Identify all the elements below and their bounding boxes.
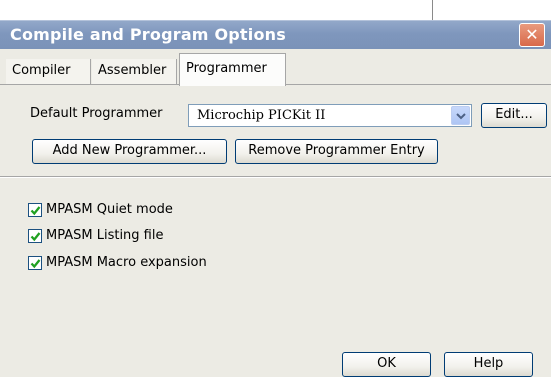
checkbox[interactable]	[28, 203, 42, 217]
tab-strip: Compiler Assembler Programmer	[0, 49, 551, 86]
edit-button[interactable]: Edit...	[481, 103, 547, 128]
ok-button[interactable]: OK	[342, 352, 431, 377]
option-label: MPASM Macro expansion	[46, 255, 207, 270]
divider-highlight	[0, 177, 551, 178]
background-window-strip	[0, 0, 551, 22]
dialog-body: Compiler Assembler Programmer Default Pr…	[0, 49, 551, 377]
checkbox[interactable]	[28, 256, 42, 270]
option-label: MPASM Listing file	[46, 228, 164, 243]
checkmark-icon	[30, 206, 41, 216]
title-bar[interactable]: Compile and Program Options ✕	[0, 20, 551, 49]
chevron-down-icon	[456, 113, 466, 120]
tab-assembler[interactable]: Assembler	[92, 59, 177, 84]
default-programmer-label: Default Programmer	[30, 106, 163, 121]
tab-compiler[interactable]: Compiler	[6, 59, 91, 84]
close-icon: ✕	[525, 25, 539, 44]
tab-programmer[interactable]: Programmer	[179, 53, 286, 86]
add-programmer-button[interactable]: Add New Programmer...	[32, 139, 227, 164]
checkbox[interactable]	[28, 229, 42, 243]
close-button[interactable]: ✕	[519, 23, 545, 47]
help-button[interactable]: Help	[444, 352, 533, 377]
programmer-select[interactable]: Microchip PICKit II	[188, 104, 472, 127]
checkmark-icon	[30, 259, 41, 269]
dropdown-arrow-button[interactable]	[451, 106, 470, 125]
checkmark-icon	[30, 232, 41, 242]
window-title: Compile and Program Options	[10, 25, 286, 44]
option-label: MPASM Quiet mode	[46, 202, 173, 217]
background-divider	[432, 0, 433, 22]
remove-programmer-button[interactable]: Remove Programmer Entry	[235, 139, 438, 164]
programmer-select-value: Microchip PICKit II	[197, 108, 326, 123]
